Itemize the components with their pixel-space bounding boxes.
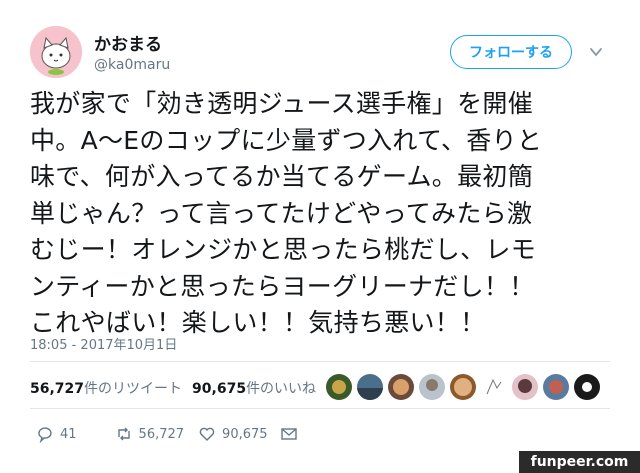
liker-avatar[interactable]	[543, 374, 569, 400]
tweet-actions: 41 56,727 90,675	[30, 425, 298, 443]
tweet-timestamp[interactable]: 18:05 - 2017年10月1日	[30, 334, 177, 353]
chevron-down-icon[interactable]	[588, 44, 604, 60]
liker-avatar[interactable]	[512, 374, 538, 400]
liker-avatar[interactable]	[388, 374, 414, 400]
retweet-count: 56,727	[138, 426, 185, 442]
heart-icon	[199, 427, 215, 441]
direct-message-button[interactable]	[280, 425, 298, 443]
liker-avatar[interactable]	[574, 374, 600, 400]
liker-avatar[interactable]	[326, 374, 352, 400]
tweet-text: 我が家で「効き透明ジュース選手権」を開催 中。A～Eのコップに少量ずつ入れて、香…	[30, 89, 543, 337]
retweet-stat-label: 件のリツイート	[84, 381, 183, 397]
liker-avatar[interactable]	[481, 374, 507, 400]
user-handle[interactable]: @ka0maru	[94, 57, 170, 73]
retweet-stat[interactable]: 56,727件のリツイート	[30, 378, 182, 398]
liker-avatars	[326, 374, 600, 400]
engagement-stats: 56,727件のリツイート 90,675件のいいね	[30, 378, 316, 398]
display-name[interactable]: かおまる	[94, 30, 162, 55]
watermark: funpeer.com	[519, 451, 640, 473]
envelope-icon	[280, 428, 297, 440]
avatar[interactable]	[30, 26, 82, 78]
follow-button[interactable]: フォローする	[450, 35, 572, 69]
retweet-stat-count: 56,727	[30, 381, 85, 397]
cat-avatar-icon	[30, 26, 82, 78]
liker-avatar[interactable]	[357, 374, 383, 400]
like-button[interactable]: 90,675	[198, 425, 268, 443]
liker-avatar[interactable]	[450, 374, 476, 400]
retweet-icon	[117, 427, 130, 441]
retweet-button[interactable]: 56,727	[115, 425, 185, 443]
divider	[30, 361, 610, 362]
reply-button[interactable]: 41	[36, 425, 77, 443]
reply-count: 41	[60, 426, 77, 442]
divider	[30, 408, 610, 409]
liker-avatar[interactable]	[419, 374, 445, 400]
reply-icon	[38, 427, 52, 443]
like-stat-label: 件のいいね	[246, 381, 317, 397]
like-stat-count: 90,675	[192, 381, 247, 397]
like-stat[interactable]: 90,675件のいいね	[192, 378, 316, 398]
like-count: 90,675	[222, 426, 268, 442]
